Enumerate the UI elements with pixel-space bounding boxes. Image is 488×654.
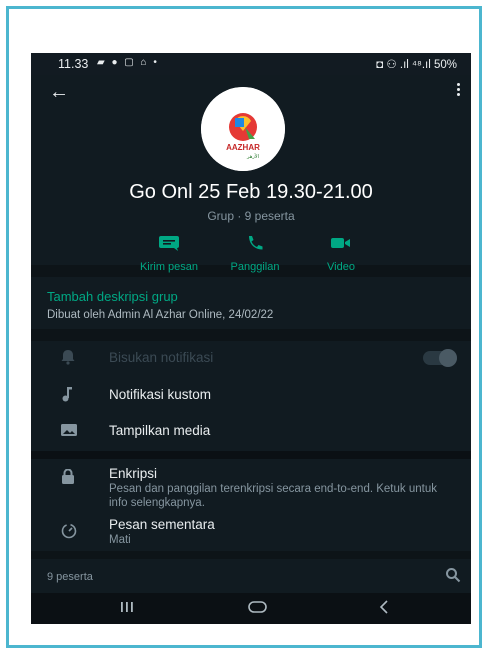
custom-notification-label: Notifikasi kustom [109, 387, 212, 402]
home-icon[interactable] [247, 599, 269, 615]
mute-toggle[interactable] [423, 349, 457, 367]
video-label: Video [327, 261, 355, 273]
back-arrow-icon[interactable]: ← [49, 81, 69, 104]
notification-icons: ▰ ● ▢ ⌂ • [97, 57, 159, 68]
search-icon[interactable] [445, 567, 461, 583]
disappearing-messages-row[interactable]: Pesan sementara Mati [31, 515, 471, 551]
created-by-text: Dibuat oleh Admin Al Azhar Online, 24/02… [47, 309, 274, 321]
logo-text: AAZHAR [226, 143, 260, 152]
more-options-icon[interactable] [457, 83, 461, 98]
logo-subtext: الأزهر [246, 153, 259, 160]
participants-header: 9 peserta [31, 559, 471, 593]
video-button[interactable]: Video [311, 235, 371, 273]
mute-label: Bisukan notifikasi [109, 350, 214, 365]
status-time: 11.33 [58, 57, 89, 71]
encryption-row[interactable]: Enkripsi Pesan dan panggilan terenkripsi… [31, 461, 471, 511]
azhar-logo-icon: AAZHAR الأزهر [201, 87, 285, 171]
group-subtitle: Grup · 9 peserta [207, 209, 295, 223]
disappearing-title: Pesan sementara [109, 517, 215, 532]
navigation-bar [31, 593, 471, 624]
group-description-section: Tambah deskripsi grup Dibuat oleh Admin … [31, 277, 471, 329]
group-name[interactable]: Go Onl 25 Feb 19.30-21.00 [31, 181, 471, 204]
bell-icon [61, 350, 75, 365]
phone-icon [249, 236, 263, 250]
message-icon [159, 236, 179, 251]
status-bar: 11.33 ▰ ● ▢ ⌂ • ◘ ⚇ .ıl ⁴⁸.ıl 50% [31, 53, 471, 75]
image-icon [61, 424, 77, 436]
call-button[interactable]: Panggilan [215, 235, 295, 273]
group-header: ← AAZHAR الأزهر Go Onl 25 Feb 19.30-21.0… [31, 75, 471, 273]
video-icon [331, 238, 350, 248]
back-nav-icon[interactable] [377, 599, 391, 615]
encryption-title: Enkripsi [109, 466, 158, 481]
status-right-icons: ◘ ⚇ .ıl ⁴⁸.ıl 50% [376, 59, 457, 71]
media-label: Tampilkan media [109, 423, 211, 438]
add-description-link[interactable]: Tambah deskripsi grup [47, 289, 178, 304]
settings-list: Bisukan notifikasi Notifikasi kustom Tam… [31, 341, 471, 551]
participant-count: 9 peserta [47, 571, 93, 583]
custom-notification-row[interactable]: Notifikasi kustom [31, 377, 471, 411]
encryption-description: Pesan dan panggilan terenkripsi secara e… [109, 483, 437, 509]
media-row[interactable]: Tampilkan media [31, 413, 471, 447]
mute-notifications-row[interactable]: Bisukan notifikasi [31, 341, 471, 373]
group-avatar[interactable]: AAZHAR الأزهر [201, 87, 285, 171]
message-label: Kirim pesan [139, 261, 199, 273]
message-button[interactable]: Kirim pesan [127, 235, 211, 273]
disappearing-value: Mati [109, 534, 131, 546]
lock-icon [62, 469, 74, 484]
call-label: Panggilan [230, 261, 280, 273]
timer-icon [61, 523, 77, 539]
music-note-icon [62, 387, 72, 402]
phone-screen: 11.33 ▰ ● ▢ ⌂ • ◘ ⚇ .ıl ⁴⁸.ıl 50% ← AAZH… [31, 53, 471, 624]
divider [31, 451, 471, 459]
recent-apps-icon[interactable] [119, 599, 135, 615]
